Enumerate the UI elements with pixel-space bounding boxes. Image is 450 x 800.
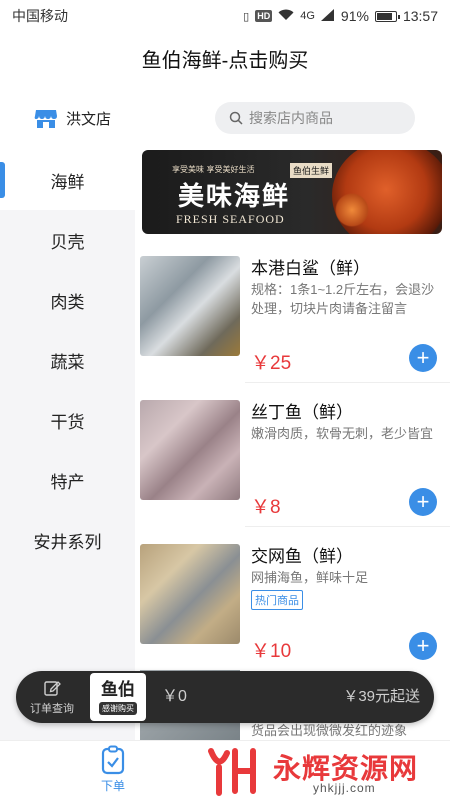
search-icon (229, 111, 243, 125)
crab-claw-image (332, 190, 372, 230)
cart-bar[interactable]: 订单查询 鱼伯 感谢购买 ￥0 ￥39元起送 (16, 671, 434, 723)
product-list[interactable]: 享受美味 享受美好生活 鱼伯生鲜 美味海鲜 FRESH SEAFOOD 本港白鲨… (135, 150, 450, 740)
carrier-label: 中国移动 (12, 8, 68, 24)
banner-tag: 鱼伯生鲜 (290, 163, 333, 178)
tab-order[interactable]: 下单 (94, 745, 132, 794)
hd-badge: HD (255, 10, 273, 22)
status-bar: 中国移动 ▯ HD 4G 91% 13:57 (0, 0, 450, 32)
search-input[interactable]: 搜索店内商品 (215, 102, 415, 134)
min-order-label: ￥39元起送 (343, 688, 420, 705)
category-item-anjing[interactable]: 安井系列 (0, 510, 135, 570)
product-image[interactable] (140, 544, 240, 644)
wifi-icon (278, 9, 294, 24)
product-card[interactable]: 交网鱼（鲜） 网捕海鱼，鲜味十足 热门商品 ￥10 + (135, 544, 450, 688)
category-sidebar: 海鲜 贝壳 肉类 蔬菜 干货 特产 安井系列 (0, 150, 135, 740)
order-query-label: 订单查询 (30, 702, 74, 715)
hot-item-badge: 热门商品 (251, 590, 303, 610)
product-desc: 网捕海鱼，鲜味十足 (251, 570, 369, 585)
promo-banner[interactable]: 享受美味 享受美好生活 鱼伯生鲜 美味海鲜 FRESH SEAFOOD (142, 150, 442, 234)
category-item-meat[interactable]: 肉类 (0, 270, 135, 330)
store-name: 洪文店 (66, 110, 112, 128)
clock: 13:57 (402, 8, 438, 24)
add-to-cart-button[interactable]: + (409, 344, 437, 372)
product-image[interactable] (140, 256, 240, 356)
tab-order-label: 下单 (100, 779, 125, 793)
divider (245, 382, 450, 383)
store-selector[interactable]: 洪文店 (34, 107, 111, 129)
status-indicators: ▯ HD 4G 91% 13:57 (243, 8, 438, 24)
vibrate-icon: ▯ (243, 10, 250, 23)
network-label: 4G (300, 10, 315, 22)
cart-total: ￥0 (162, 688, 187, 705)
search-placeholder: 搜索店内商品 (249, 110, 333, 126)
banner-slogan: 享受美味 享受美好生活 (172, 165, 255, 174)
store-icon (34, 110, 57, 128)
clipboard-icon (101, 745, 125, 775)
watermark: 永辉资源网 yhkjjj.com (203, 743, 450, 799)
product-desc: 嫩滑肉质，软骨无刺，老少皆宜 (251, 426, 434, 441)
product-name: 本港白鲨（鲜） (251, 259, 370, 278)
logo-subtext: 感谢购买 (99, 701, 137, 715)
product-card[interactable]: 丝丁鱼（鲜） 嫩滑肉质，软骨无刺，老少皆宜 ￥8 + (135, 400, 450, 544)
watermark-url: yhkjjj.com (313, 781, 376, 795)
product-name: 丝丁鱼（鲜） (251, 403, 353, 422)
product-image[interactable] (140, 400, 240, 500)
banner-subtitle: FRESH SEAFOOD (176, 212, 285, 226)
category-item-vegetables[interactable]: 蔬菜 (0, 330, 135, 390)
bottom-nav: 下单 永辉资源网 yhkjjj.com (0, 740, 450, 800)
logo-text: 鱼伯 (101, 679, 135, 700)
banner-title: 美味海鲜 (178, 182, 291, 212)
divider (245, 526, 450, 527)
edit-icon (44, 680, 61, 696)
order-query-button[interactable]: 订单查询 (16, 671, 88, 723)
product-card[interactable]: 本港白鲨（鲜） 规格：1条1~1.2斤左右，会退沙处理，切块片肉请备注留言 ￥2… (135, 256, 450, 400)
category-item-dried-goods[interactable]: 干货 (0, 390, 135, 450)
product-name: 交网鱼（鲜） (251, 547, 353, 566)
product-desc: 规格：1条1~1.2斤左右，会退沙处理，切块片肉请备注留言 (251, 282, 435, 316)
battery-icon (374, 10, 400, 22)
battery-percent: 91% (340, 8, 369, 24)
add-to-cart-button[interactable]: + (409, 632, 437, 660)
category-item-shellfish[interactable]: 贝壳 (0, 210, 135, 270)
store-row: 洪文店 搜索店内商品 (0, 96, 450, 140)
brand-logo: 鱼伯 感谢购买 (90, 673, 146, 721)
page-title: 鱼伯海鲜-点击购买 (141, 49, 309, 72)
add-to-cart-button[interactable]: + (409, 488, 437, 516)
signal-icon (320, 8, 335, 24)
category-item-seafood[interactable]: 海鲜 (0, 150, 135, 210)
category-item-specialties[interactable]: 特产 (0, 450, 135, 510)
product-price: ￥25 (251, 353, 292, 374)
watermark-logo-icon (208, 748, 256, 796)
product-price: ￥10 (251, 641, 292, 662)
product-price: ￥8 (251, 497, 281, 518)
